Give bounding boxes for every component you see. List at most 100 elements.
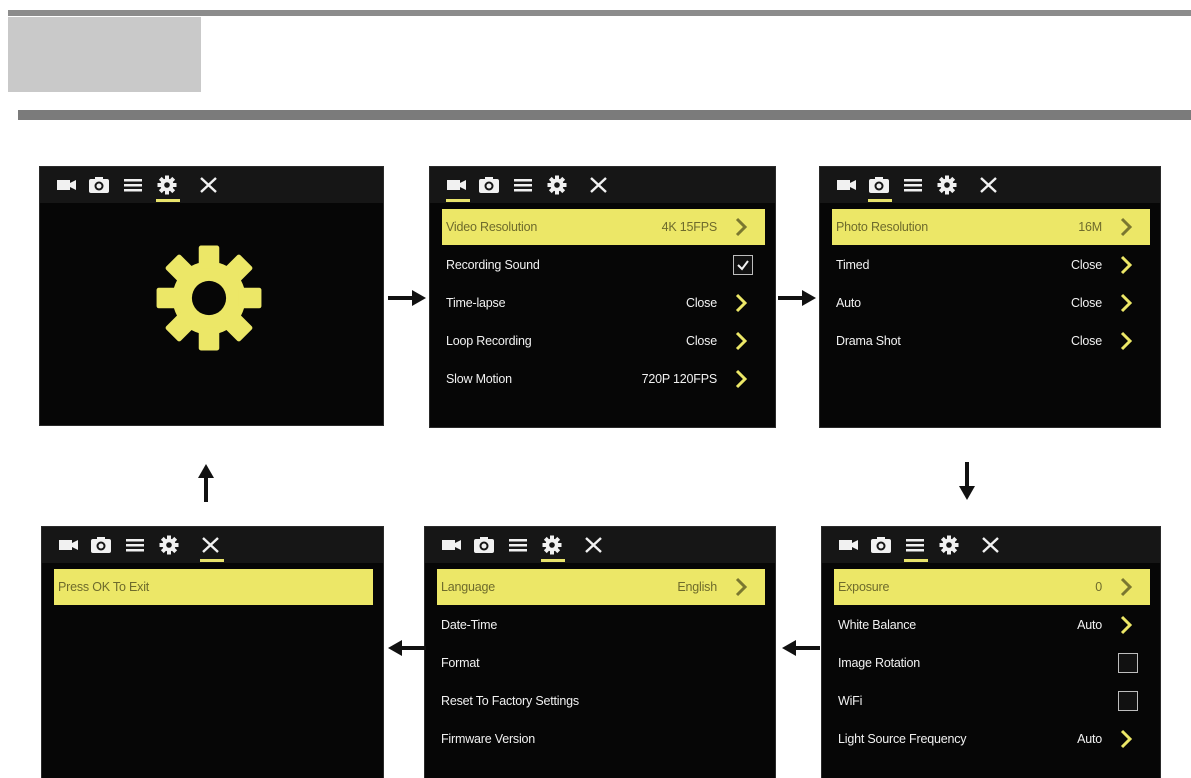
checkbox[interactable]	[1118, 691, 1138, 711]
active-tab-underline	[156, 199, 180, 202]
video-camera-icon	[59, 540, 78, 550]
menu-item-label: Exposure	[838, 580, 890, 594]
close-icon	[982, 537, 999, 553]
tab-list[interactable]	[902, 175, 924, 195]
photo-camera-icon	[871, 537, 891, 553]
video-camera-icon	[442, 540, 461, 550]
menu-item[interactable]: Date-Time	[437, 607, 765, 643]
menu-item[interactable]: Format	[437, 645, 765, 681]
tab-photo[interactable]	[870, 535, 892, 555]
settings-home-screen	[40, 167, 383, 425]
menu-item[interactable]: Auto Close	[832, 285, 1150, 321]
tab-gear[interactable]	[936, 175, 958, 195]
close-icon	[200, 177, 217, 193]
tab-gear[interactable]	[541, 535, 565, 562]
gear-icon	[547, 175, 567, 195]
photo-camera-icon	[89, 177, 109, 193]
menu-item-value: Close	[1071, 334, 1102, 348]
tab-list[interactable]	[904, 535, 928, 562]
system-menu-screen: Language English Date-Time Format Reset To F…	[425, 527, 775, 778]
menu-item-label: Image Rotation	[838, 656, 920, 670]
close-icon	[980, 177, 997, 193]
tab-close[interactable]	[583, 535, 605, 555]
menu-item-value: Close	[1071, 258, 1102, 272]
tab-bar	[430, 167, 775, 203]
tab-photo[interactable]	[868, 175, 892, 202]
list-menu-icon	[124, 179, 142, 192]
menu-item-label: Slow Motion	[446, 372, 512, 386]
menu-item[interactable]: Recording Sound	[442, 247, 765, 283]
menu-item-value: 4K 15FPS	[661, 220, 718, 234]
tab-list[interactable]	[507, 535, 529, 555]
video-camera-icon	[447, 180, 466, 190]
arrow-left-icon	[388, 640, 426, 656]
menu-item[interactable]: Timed Close	[832, 247, 1150, 283]
tab-gear[interactable]	[546, 175, 568, 195]
menu-item[interactable]: Video Resolution 4K 15FPS	[442, 209, 765, 245]
chevron-right-icon	[1120, 217, 1133, 237]
tab-video[interactable]	[836, 175, 858, 195]
general-menu-screen: Exposure 0 White Balance Auto Image Rotation…	[822, 527, 1160, 778]
menu-item[interactable]: Loop Recording Close	[442, 323, 765, 359]
menu-item[interactable]: Press OK To Exit	[54, 569, 373, 605]
tab-gear[interactable]	[938, 535, 960, 555]
tab-gear[interactable]	[158, 535, 180, 555]
menu-item[interactable]: Firmware Version	[437, 721, 765, 757]
menu-item[interactable]: Reset To Factory Settings	[437, 683, 765, 719]
menu-item-label: Format	[441, 656, 480, 670]
tab-photo[interactable]	[90, 535, 112, 555]
menu-item[interactable]: WiFi	[834, 683, 1150, 719]
menu-item[interactable]: Language English	[437, 569, 765, 605]
tab-close[interactable]	[588, 175, 610, 195]
tab-list[interactable]	[124, 535, 146, 555]
tab-close[interactable]	[980, 535, 1002, 555]
tab-close[interactable]	[978, 175, 1000, 195]
photo-menu-screen: Photo Resolution 16M Timed Close Auto Close Dr…	[820, 167, 1160, 427]
tab-video[interactable]	[56, 175, 78, 195]
arrow-right-icon	[778, 290, 816, 306]
close-icon	[585, 537, 602, 553]
menu-item[interactable]: Drama Shot Close	[832, 323, 1150, 359]
checkbox[interactable]	[733, 255, 753, 275]
menu-item-label: Drama Shot	[836, 334, 901, 348]
menu-item[interactable]: Image Rotation	[834, 645, 1150, 681]
menu-item-label: Time-lapse	[446, 296, 506, 310]
menu-item[interactable]: Light Source Frequency Auto	[834, 721, 1150, 757]
video-menu-screen: Video Resolution 4K 15FPS Recording Sound T…	[430, 167, 775, 427]
header-gray-box	[8, 17, 201, 92]
tab-gear[interactable]	[156, 175, 180, 202]
menu-item[interactable]: Time-lapse Close	[442, 285, 765, 321]
tab-video[interactable]	[58, 535, 80, 555]
menu-item[interactable]: White Balance Auto	[834, 607, 1150, 643]
tab-close[interactable]	[198, 175, 220, 195]
menu-item-label: Light Source Frequency	[838, 732, 967, 746]
exit-menu-screen: Press OK To Exit	[42, 527, 383, 778]
menu-item-label: Auto	[836, 296, 861, 310]
tab-list[interactable]	[122, 175, 144, 195]
menu-item[interactable]: Slow Motion 720P 120FPS	[442, 361, 765, 397]
menu-item[interactable]: Photo Resolution 16M	[832, 209, 1150, 245]
checkbox[interactable]	[1118, 653, 1138, 673]
chevron-right-icon	[735, 369, 748, 389]
tab-video[interactable]	[446, 175, 470, 202]
chevron-right-icon	[1120, 577, 1133, 597]
video-camera-icon	[839, 540, 858, 550]
tab-photo[interactable]	[478, 175, 500, 195]
tab-close[interactable]	[200, 535, 224, 562]
tab-photo[interactable]	[88, 175, 110, 195]
tab-photo[interactable]	[473, 535, 495, 555]
tab-bar	[40, 167, 383, 203]
tab-list[interactable]	[512, 175, 534, 195]
chevron-right-icon	[735, 331, 748, 351]
gear-icon	[159, 535, 179, 555]
video-camera-icon	[57, 180, 76, 190]
tab-video[interactable]	[838, 535, 860, 555]
gear-icon	[937, 175, 957, 195]
list-menu-icon	[904, 179, 922, 192]
menu-item-value: Auto	[1077, 618, 1102, 632]
arrow-left-icon	[782, 640, 820, 656]
header-rule-bottom	[18, 110, 1191, 120]
chevron-right-icon	[1120, 615, 1133, 635]
menu-item[interactable]: Exposure 0	[834, 569, 1150, 605]
tab-video[interactable]	[441, 535, 463, 555]
